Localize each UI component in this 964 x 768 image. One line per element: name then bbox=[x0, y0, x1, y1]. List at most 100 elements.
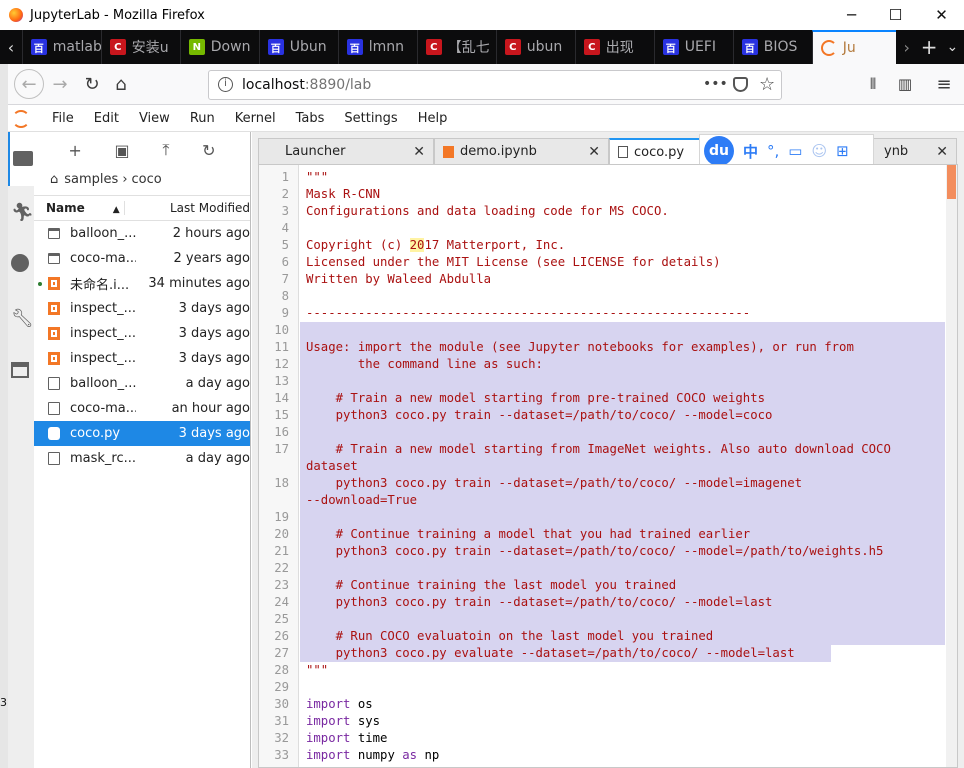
editor-scrollbar[interactable] bbox=[946, 165, 957, 767]
browser-tab[interactable]: Ju bbox=[811, 30, 896, 64]
code-line: 29 bbox=[259, 679, 945, 696]
menu-view[interactable]: View bbox=[129, 111, 180, 126]
line-number: 28 bbox=[274, 663, 289, 677]
code-line: 15 python3 coco.py train --dataset=/path… bbox=[259, 407, 945, 424]
breadcrumb-samples[interactable]: samples bbox=[64, 172, 118, 187]
library-icon[interactable]: ⫴ bbox=[861, 72, 885, 96]
ime-keyboard-icon[interactable]: ▭ bbox=[788, 142, 802, 160]
modified-column-header[interactable]: Last Modified bbox=[125, 201, 250, 215]
upload-icon[interactable]: ⤒ bbox=[162, 140, 169, 160]
name-column-header[interactable]: Name ▲ bbox=[34, 201, 125, 215]
menu-help[interactable]: Help bbox=[408, 111, 458, 126]
url-bar[interactable]: i localhost:8890/lab ••• ☆ bbox=[208, 70, 782, 100]
browser-tab[interactable]: 百 Ubun bbox=[258, 30, 338, 64]
browser-tab[interactable]: N Down bbox=[179, 30, 259, 64]
page-actions-icon[interactable]: ••• bbox=[703, 76, 728, 92]
code-line: 8 bbox=[259, 288, 945, 305]
tabs-icon[interactable] bbox=[11, 362, 29, 378]
file-row[interactable]: balloon_... a day ago bbox=[34, 371, 250, 396]
back-arrow-icon[interactable]: ← bbox=[14, 69, 44, 99]
code-text: Written by Waleed Abdulla bbox=[306, 272, 492, 286]
browser-tab-label: 安装u bbox=[131, 40, 169, 56]
tabs-scroll-right-icon[interactable]: › bbox=[896, 38, 918, 57]
file-row[interactable]: inspect_... 3 days ago bbox=[34, 296, 250, 321]
ime-user-icon[interactable]: ☺ bbox=[811, 142, 827, 160]
code-text: python3 coco.py train --dataset=/path/to… bbox=[306, 476, 803, 490]
maximize-button[interactable]: ☐ bbox=[873, 0, 918, 30]
menu-kernel[interactable]: Kernel bbox=[225, 111, 286, 126]
new-folder-icon[interactable]: ▣ bbox=[115, 141, 130, 160]
new-tab-icon[interactable]: + bbox=[918, 35, 941, 59]
url-text[interactable]: localhost:8890/lab bbox=[242, 77, 371, 93]
refresh-icon[interactable]: ↻ bbox=[202, 141, 215, 160]
pocket-icon[interactable] bbox=[733, 77, 748, 92]
close-window-button[interactable]: ✕ bbox=[919, 0, 964, 30]
code-line: 27 python3 coco.py evaluate --dataset=/p… bbox=[259, 645, 945, 662]
file-row[interactable]: inspect_... 3 days ago bbox=[34, 346, 250, 371]
line-number: 24 bbox=[274, 595, 289, 609]
file-modified: 2 years ago bbox=[173, 251, 250, 266]
tab-list-chevron-down-icon[interactable]: ⌄ bbox=[941, 39, 964, 55]
ime-language-toggle[interactable]: 中 bbox=[743, 141, 758, 162]
breadcrumb-coco[interactable]: coco bbox=[132, 172, 162, 187]
files-tab[interactable] bbox=[8, 132, 34, 186]
menu-edit[interactable]: Edit bbox=[84, 111, 129, 126]
browser-tab[interactable]: C 安装u bbox=[100, 30, 180, 64]
close-tab-icon[interactable]: ✕ bbox=[413, 144, 425, 160]
line-number: 25 bbox=[274, 612, 289, 626]
browser-tab[interactable]: Cubun bbox=[495, 30, 575, 64]
baidu-ime-logo[interactable]: du bbox=[704, 136, 734, 166]
tab-launcher[interactable]: Launcher ✕ bbox=[258, 138, 434, 164]
browser-tab[interactable]: 百 matlab bbox=[21, 30, 101, 64]
code-text: ----------------------------------------… bbox=[306, 306, 751, 320]
code-line: 1 """ bbox=[259, 169, 945, 186]
tabs-scroll-left-icon[interactable]: ‹ bbox=[0, 30, 22, 64]
browser-tab-label: lmnn bbox=[368, 39, 405, 55]
line-number: 9 bbox=[281, 306, 289, 320]
code-line: 9 ---------------------------------------… bbox=[259, 305, 945, 322]
file-row[interactable]: coco-ma... an hour ago bbox=[34, 396, 250, 421]
new-launcher-icon[interactable]: + bbox=[68, 141, 81, 160]
ime-grid-icon[interactable]: ⊞ bbox=[836, 142, 849, 160]
browser-tab[interactable]: 百 lmnn bbox=[337, 30, 417, 64]
browser-tab[interactable]: 百 BIOS bbox=[732, 30, 812, 64]
browser-tab[interactable]: 百 UEFI bbox=[653, 30, 733, 64]
menu-hamburger-icon[interactable]: ≡ bbox=[932, 72, 956, 96]
file-row[interactable]: coco-ma... 2 years ago bbox=[34, 246, 250, 271]
site-info-icon[interactable]: i bbox=[218, 77, 233, 92]
home-icon[interactable]: ⌂ bbox=[109, 72, 133, 96]
file-row[interactable]: 未命名.i... 34 minutes ago bbox=[34, 271, 250, 296]
tab-demo-notebook[interactable]: demo.ipynb ✕ bbox=[434, 138, 609, 164]
code-text: python3 coco.py train --dataset=/path/to… bbox=[306, 408, 773, 422]
reload-icon[interactable]: ↻ bbox=[80, 72, 104, 96]
bookmark-star-icon[interactable]: ☆ bbox=[759, 74, 775, 95]
menu-file[interactable]: File bbox=[42, 111, 84, 126]
code-line: 32 import time bbox=[259, 730, 945, 747]
browser-tab[interactable]: C 出现 bbox=[574, 30, 654, 64]
file-row[interactable]: inspect_... 3 days ago bbox=[34, 321, 250, 346]
file-modified: a day ago bbox=[185, 376, 250, 391]
file-row[interactable]: mask_rc... a day ago bbox=[34, 446, 250, 471]
file-row[interactable]: balloon_... 2 hours ago bbox=[34, 221, 250, 246]
file-row[interactable]: coco.py 3 days ago bbox=[34, 421, 250, 446]
sidebar-toggle-icon[interactable]: ▥ bbox=[893, 72, 917, 96]
forward-arrow-icon[interactable]: → bbox=[48, 72, 72, 96]
menu-settings[interactable]: Settings bbox=[334, 111, 407, 126]
scrollbar-thumb[interactable] bbox=[947, 165, 956, 199]
wrench-icon[interactable]: 🔧︎ bbox=[11, 308, 34, 329]
palette-icon[interactable] bbox=[11, 254, 29, 272]
minimize-button[interactable]: ─ bbox=[829, 0, 874, 30]
tab-favicon-icon: 百 bbox=[662, 39, 679, 55]
code-line: 7 Written by Waleed Abdulla bbox=[259, 271, 945, 288]
ime-punctuation-toggle[interactable]: °, bbox=[767, 142, 779, 160]
home-folder-icon[interactable]: ⌂ bbox=[50, 172, 58, 187]
menu-run[interactable]: Run bbox=[180, 111, 225, 126]
code-editor[interactable]: 1 """ 2 Mask R-CNN 3 Configurations and data … bbox=[258, 164, 958, 768]
running-icon[interactable]: 🏃︎ bbox=[11, 202, 34, 223]
menu-tabs[interactable]: Tabs bbox=[286, 111, 335, 126]
close-tab-icon[interactable]: ✕ bbox=[936, 144, 948, 160]
browser-tab[interactable]: C 【乱七 bbox=[416, 30, 496, 64]
code-line: 30 import os bbox=[259, 696, 945, 713]
close-tab-icon[interactable]: ✕ bbox=[588, 144, 600, 160]
browser-tab-label: UEFI bbox=[684, 39, 717, 55]
